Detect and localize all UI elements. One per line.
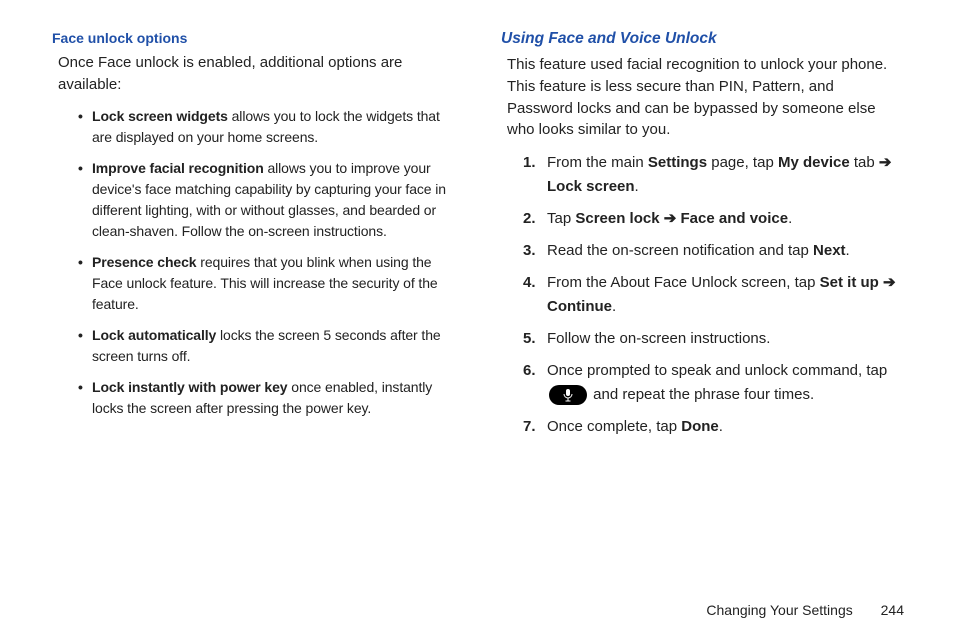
bullet-bold: Improve facial recognition xyxy=(92,160,264,176)
step-bold: Set it up xyxy=(820,274,879,291)
right-column: Using Face and Voice Unlock This feature… xyxy=(477,30,914,560)
list-item: Lock automatically locks the screen 5 se… xyxy=(82,325,453,367)
arrow-icon: ➔ xyxy=(883,274,896,291)
list-item: Lock instantly with power key once enabl… xyxy=(82,377,453,419)
page-content: Face unlock options Once Face unlock is … xyxy=(0,0,954,560)
step-item: 3. Read the on-screen notification and t… xyxy=(523,239,902,263)
step-number: 5. xyxy=(523,327,536,351)
page-footer: Changing Your Settings 244 xyxy=(706,602,904,618)
step-number: 2. xyxy=(523,207,536,231)
step-item: 2. Tap Screen lock ➔ Face and voice. xyxy=(523,207,902,231)
right-heading: Using Face and Voice Unlock xyxy=(501,30,902,48)
step-bold: Settings xyxy=(648,154,707,171)
step-item: 4. From the About Face Unlock screen, ta… xyxy=(523,271,902,319)
list-item: Presence check requires that you blink w… xyxy=(82,252,453,315)
list-item: Improve facial recognition allows you to… xyxy=(82,158,453,242)
step-text: Read the on-screen notification and tap xyxy=(547,242,813,259)
step-item: 1. From the main Settings page, tap My d… xyxy=(523,151,902,199)
step-bold: Continue xyxy=(547,298,612,315)
bullet-bold: Lock screen widgets xyxy=(92,108,228,124)
step-bold: Face and voice xyxy=(681,210,789,227)
bullet-bold: Lock instantly with power key xyxy=(92,379,287,395)
step-bold: Next xyxy=(813,242,846,259)
footer-page-number: 244 xyxy=(881,602,904,618)
step-number: 7. xyxy=(523,415,536,439)
bullet-bold: Presence check xyxy=(92,254,196,270)
step-number: 1. xyxy=(523,151,536,175)
left-column: Face unlock options Once Face unlock is … xyxy=(40,30,477,560)
step-item: 6. Once prompted to speak and unlock com… xyxy=(523,359,902,407)
step-text: From the main xyxy=(547,154,648,171)
microphone-icon xyxy=(549,385,587,405)
step-text: page, tap xyxy=(707,154,778,171)
step-text: . xyxy=(719,418,723,435)
step-text: Follow the on-screen instructions. xyxy=(547,330,770,347)
step-text: Tap xyxy=(547,210,575,227)
left-intro: Once Face unlock is enabled, additional … xyxy=(58,52,453,96)
step-text: . xyxy=(788,210,792,227)
step-text: . xyxy=(846,242,850,259)
step-bold: Done xyxy=(681,418,719,435)
step-text: and repeat the phrase four times. xyxy=(593,386,814,403)
step-item: 5. Follow the on-screen instructions. xyxy=(523,327,902,351)
step-text: From the About Face Unlock screen, tap xyxy=(547,274,820,291)
step-text: . xyxy=(612,298,616,315)
step-number: 3. xyxy=(523,239,536,263)
footer-section: Changing Your Settings xyxy=(706,602,852,618)
step-text: Once complete, tap xyxy=(547,418,681,435)
step-bold: Screen lock xyxy=(575,210,659,227)
step-text: tab xyxy=(850,154,879,171)
step-bold: Lock screen xyxy=(547,178,635,195)
steps-list: 1. From the main Settings page, tap My d… xyxy=(523,151,902,439)
step-number: 4. xyxy=(523,271,536,295)
list-item: Lock screen widgets allows you to lock t… xyxy=(82,106,453,148)
arrow-icon: ➔ xyxy=(664,210,677,227)
right-intro: This feature used facial recognition to … xyxy=(507,54,902,141)
arrow-icon: ➔ xyxy=(879,154,892,171)
step-text: Once prompted to speak and unlock comman… xyxy=(547,362,887,379)
step-number: 6. xyxy=(523,359,536,383)
step-text: . xyxy=(635,178,639,195)
bullet-bold: Lock automatically xyxy=(92,327,216,343)
step-bold: My device xyxy=(778,154,850,171)
bullet-list: Lock screen widgets allows you to lock t… xyxy=(82,106,453,419)
step-item: 7. Once complete, tap Done. xyxy=(523,415,902,439)
left-heading: Face unlock options xyxy=(52,30,453,46)
